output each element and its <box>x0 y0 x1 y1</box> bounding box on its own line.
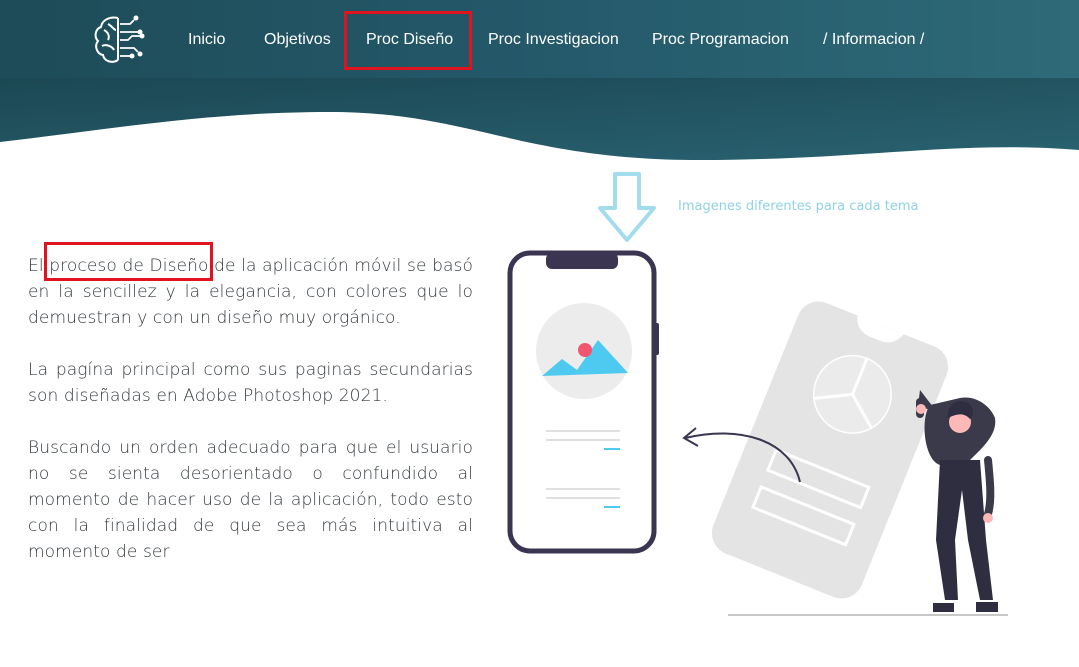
main-navigation: Inicio Objetivos Proc Diseño Proc Invest… <box>0 0 1079 80</box>
nav-item-informacion[interactable]: / Informacion / <box>823 30 924 50</box>
active-nav-highlight <box>344 11 472 70</box>
paragraph-usability: Buscando un orden adecuado para que el u… <box>28 438 473 562</box>
mobile-design-illustration <box>507 250 1008 616</box>
brain-circuit-icon[interactable] <box>90 10 148 68</box>
phone-mockup <box>507 250 659 554</box>
tilted-phone-graphic <box>711 301 949 599</box>
nav-item-proc-programacion[interactable]: Proc Programacion <box>652 30 789 50</box>
nav-item-objetivos[interactable]: Objetivos <box>264 30 331 50</box>
paragraph-photoshop: La pagína principal como sus paginas sec… <box>28 360 473 406</box>
keyword-highlight <box>44 242 213 281</box>
person-figure <box>916 390 998 612</box>
nav-item-proc-investigacion[interactable]: Proc Investigacion <box>488 30 619 50</box>
design-description: El proceso de Diseño de la aplicación mó… <box>28 253 473 591</box>
nav-item-inicio[interactable]: Inicio <box>188 30 225 50</box>
